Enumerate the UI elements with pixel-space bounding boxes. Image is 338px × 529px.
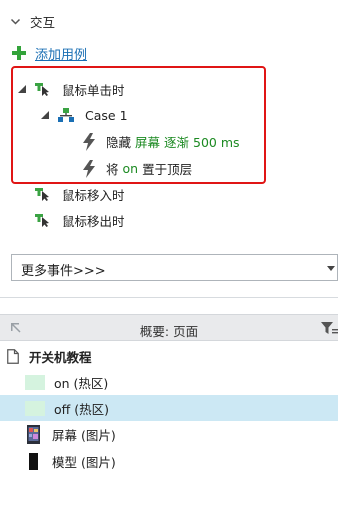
interactions-section-title: 交互 bbox=[30, 14, 56, 30]
page-document-icon bbox=[7, 348, 19, 364]
outline-item-screen-image[interactable]: 屏幕 (图片) bbox=[27, 424, 116, 445]
page-name: 开关机教程 bbox=[29, 349, 92, 365]
plus-icon bbox=[12, 46, 26, 60]
case-item[interactable]: Case 1 bbox=[41, 105, 128, 125]
filter-icon[interactable] bbox=[321, 322, 338, 335]
outline-item-label: 模型 (图片) bbox=[52, 455, 116, 470]
tree-expand-icon[interactable] bbox=[41, 111, 49, 119]
case-flow-icon bbox=[58, 108, 74, 122]
add-case-button[interactable]: 添加用例 bbox=[12, 43, 87, 63]
more-events-selected: 更多事件>>> bbox=[21, 264, 106, 279]
chevron-down-icon bbox=[10, 18, 21, 25]
outline-item-hotspot-off[interactable]: off (热区) bbox=[25, 398, 109, 419]
outline-page[interactable]: 开关机教程 bbox=[7, 346, 92, 366]
tree-expand-icon[interactable] bbox=[18, 85, 26, 93]
action-lightning-icon bbox=[83, 132, 95, 151]
hotspot-icon bbox=[25, 375, 45, 390]
outline-item-label: 屏幕 (图片) bbox=[52, 428, 116, 443]
action-verb: 置于顶层 bbox=[142, 162, 193, 177]
outline-item-label: on (热区) bbox=[54, 376, 109, 391]
action-bring-to-front[interactable]: 将 on 置于顶层 bbox=[82, 158, 192, 179]
image-thumbnail-icon bbox=[29, 453, 38, 470]
hotspot-icon bbox=[25, 401, 45, 416]
panel-divider bbox=[0, 297, 338, 298]
outline-item-hotspot-on[interactable]: on (热区) bbox=[25, 372, 108, 393]
action-effect: 逐渐 500 ms bbox=[164, 135, 240, 150]
outline-header: 概要: 页面 bbox=[0, 314, 338, 341]
event-mouse-leave[interactable]: 鼠标移出时 bbox=[35, 210, 125, 230]
action-verb: 隐藏 bbox=[106, 135, 132, 150]
action-target: 屏幕 bbox=[135, 135, 161, 150]
outline-item-label: off (热区) bbox=[54, 402, 109, 417]
interactions-section-toggle[interactable]: 交互 bbox=[10, 11, 55, 31]
image-thumbnail-icon bbox=[27, 425, 40, 444]
event-cursor-icon bbox=[35, 83, 49, 96]
event-label: 鼠标单击时 bbox=[62, 82, 125, 98]
event-label: 鼠标移入时 bbox=[62, 187, 125, 203]
event-cursor-icon bbox=[35, 214, 49, 227]
outline-title: 概要: 页面 bbox=[139, 324, 199, 339]
dropdown-caret-icon bbox=[327, 266, 335, 271]
event-click[interactable]: 鼠标单击时 bbox=[18, 79, 125, 99]
action-lightning-icon bbox=[83, 159, 95, 178]
add-case-link[interactable]: 添加用例 bbox=[35, 44, 87, 63]
more-events-select[interactable]: 更多事件>>> bbox=[11, 254, 338, 281]
event-mouse-enter[interactable]: 鼠标移入时 bbox=[35, 184, 125, 204]
action-target: on bbox=[122, 161, 139, 176]
event-cursor-icon bbox=[35, 188, 49, 201]
case-label: Case 1 bbox=[85, 107, 128, 123]
action-hide[interactable]: 隐藏 屏幕 逐渐 500 ms bbox=[82, 131, 240, 152]
outline-item-model-image[interactable]: 模型 (图片) bbox=[29, 451, 116, 472]
action-prefix: 将 bbox=[106, 162, 119, 177]
event-label: 鼠标移出时 bbox=[62, 213, 125, 229]
